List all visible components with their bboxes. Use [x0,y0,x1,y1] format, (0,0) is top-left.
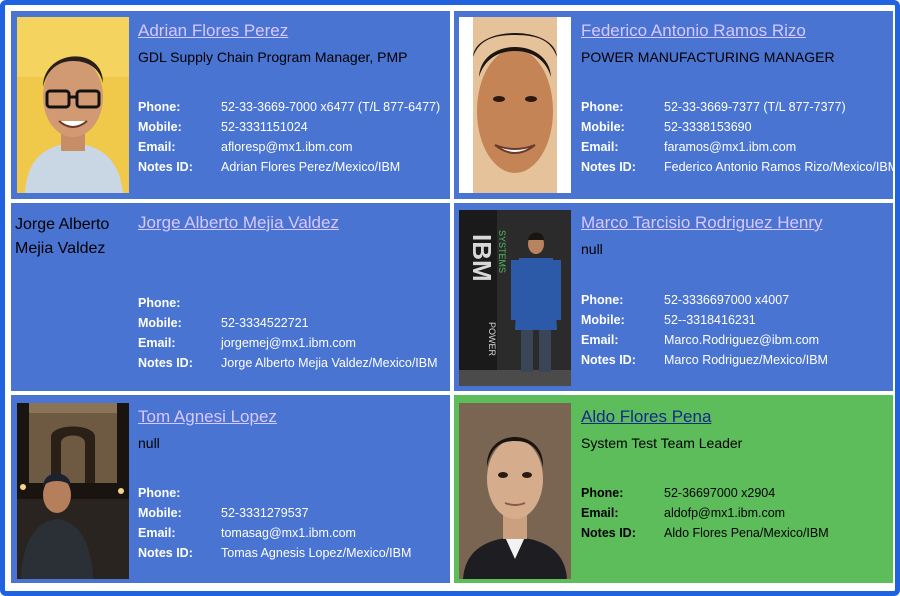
mobile-value: 52--3318416231 [664,313,756,327]
mobile-value: 52-3331151024 [221,120,308,134]
mobile-value: 52-3331279537 [221,506,309,520]
notes-id-value: Aldo Flores Pena/Mexico/IBM [664,526,829,540]
banner-power-text: POWER [487,322,497,357]
phone-label: Phone: [581,100,624,114]
email-value[interactable]: Marco.Rodriguez@ibm.com [664,333,819,347]
notes-id-label: Notes ID: [581,526,636,540]
email-label: Email: [138,526,176,540]
contact-title: POWER MANUFACTURING MANAGER [581,49,835,65]
notes-id-label: Notes ID: [581,160,636,174]
notes-id-value: Marco Rodriguez/Mexico/IBM [664,353,828,367]
email-value[interactable]: faramos@mx1.ibm.com [664,140,796,154]
mobile-label: Mobile: [138,506,182,520]
phone-value: 52-36697000 x2904 [664,486,776,500]
email-label: Email: [581,333,619,347]
contact-name-link[interactable]: Marco Tarcisio Rodriguez Henry [581,213,823,233]
contact-card: Adrian Flores Perez GDL Supply Chain Pro… [11,11,450,199]
email-value[interactable]: aldofp@mx1.ibm.com [664,506,785,520]
banner-brand-text: IBM [467,234,497,282]
contact-name-link[interactable]: Federico Antonio Ramos Rizo [581,21,806,41]
mobile-label: Mobile: [138,316,182,330]
phone-label: Phone: [138,296,181,310]
email-value[interactable]: afloresp@mx1.ibm.com [221,140,352,154]
contact-directory-panel: Adrian Flores Perez GDL Supply Chain Pro… [0,0,900,596]
phone-value: 52-33-3669-7000 x6477 (T/L 877-6477) [221,100,441,114]
contact-title: null [581,241,603,257]
contact-photo [459,17,571,193]
photo-alt-text: Jorge Alberto Mejia Valdez [15,216,110,257]
mobile-value: 52-3338153690 [664,120,752,134]
contact-card-selected: Aldo Flores Pena System Test Team Leader… [454,395,893,583]
contact-photo [459,403,571,579]
email-label: Email: [581,140,619,154]
contact-card: Tom Agnesi Lopez null Phone: Mobile: 52-… [11,395,450,583]
email-value[interactable]: jorgemej@mx1.ibm.com [221,336,356,350]
contact-title: System Test Team Leader [581,435,743,451]
phone-value: 52-33-3669-7377 (T/L 877-7377) [664,100,846,114]
contact-photo [17,403,129,579]
phone-label: Phone: [581,486,624,500]
contact-card: Jorge Alberto Mejia Valdez Jorge Alberto… [11,203,450,391]
email-value[interactable]: tomasag@mx1.ibm.com [221,526,356,540]
contact-name-link[interactable]: Adrian Flores Perez [138,21,288,41]
phone-label: Phone: [138,486,181,500]
contact-card: Federico Antonio Ramos Rizo POWER MANUFA… [454,11,893,199]
notes-id-value: Tomas Agnesis Lopez/Mexico/IBM [221,546,412,560]
mobile-label: Mobile: [581,313,625,327]
notes-id-label: Notes ID: [138,546,193,560]
phone-value: 52-3336697000 x4007 [664,293,790,307]
contact-card: IBM POWER SYSTEMS Marco Tarcisio Rodrigu… [454,203,893,391]
mobile-label: Mobile: [581,120,625,134]
notes-id-label: Notes ID: [581,353,636,367]
email-label: Email: [138,140,176,154]
notes-id-value: Federico Antonio Ramos Rizo/Mexico/IBM [664,160,893,174]
email-label: Email: [138,336,176,350]
contact-title: GDL Supply Chain Program Manager, PMP [138,49,408,65]
contact-name-link[interactable]: Jorge Alberto Mejia Valdez [138,213,339,233]
contact-name-link[interactable]: Tom Agnesi Lopez [138,407,277,427]
contact-photo: IBM POWER SYSTEMS [459,210,571,386]
notes-id-label: Notes ID: [138,356,193,370]
phone-label: Phone: [138,100,181,114]
notes-id-value: Jorge Alberto Mejia Valdez/Mexico/IBM [221,356,438,370]
email-label: Email: [581,506,619,520]
phone-label: Phone: [581,293,624,307]
mobile-label: Mobile: [138,120,182,134]
contact-name-link[interactable]: Aldo Flores Pena [581,407,711,427]
notes-id-value: Adrian Flores Perez/Mexico/IBM [221,160,401,174]
contact-title: null [138,435,160,451]
mobile-value: 52-3334522721 [221,316,309,330]
contact-photo [17,17,129,193]
banner-systems-text: SYSTEMS [497,230,507,273]
notes-id-label: Notes ID: [138,160,193,174]
